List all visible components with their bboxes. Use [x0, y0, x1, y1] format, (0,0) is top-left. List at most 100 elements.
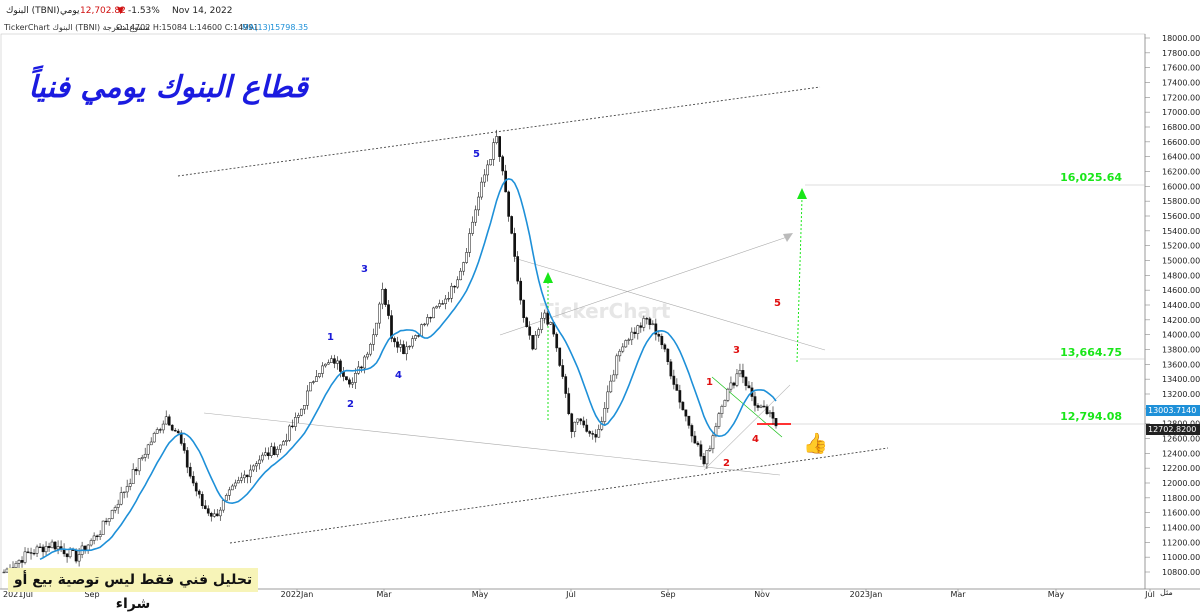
price-change: -1.53% — [128, 6, 160, 16]
y-tick-label: 17000.0000 — [1162, 108, 1200, 117]
ma-value: 15798.35 — [270, 23, 309, 32]
candle-body — [116, 503, 120, 508]
candle-body — [381, 289, 384, 305]
candle-body — [158, 429, 162, 431]
candle-body — [378, 303, 381, 324]
candle-body — [107, 518, 111, 522]
y-tick-label: 11800.0000 — [1162, 494, 1200, 503]
candle-body — [570, 413, 574, 432]
candle-body — [173, 429, 177, 432]
candle-body — [738, 370, 742, 375]
y-tick-label: 12000.0000 — [1162, 479, 1200, 488]
candle-body — [744, 376, 748, 386]
candle-body — [161, 423, 165, 431]
candle-body — [185, 450, 189, 468]
candle-body — [351, 382, 354, 385]
candle-body — [333, 358, 336, 364]
y-tick-label: 16200.0000 — [1162, 168, 1200, 177]
candle-body — [29, 552, 33, 554]
candle-body — [167, 416, 171, 426]
candle-body — [594, 434, 598, 438]
candle-body — [627, 339, 631, 341]
candle-body — [312, 381, 315, 383]
candle-body — [576, 418, 580, 423]
candle-body — [233, 482, 237, 487]
candle-body — [194, 482, 198, 492]
candle-body — [741, 370, 745, 378]
candle-body — [573, 421, 577, 432]
candle-body — [372, 334, 375, 345]
candle-body — [269, 446, 273, 457]
wave-label-secondary-1: 1 — [706, 377, 713, 388]
candle-body — [588, 431, 592, 434]
candle-body — [732, 382, 736, 386]
candle-body — [248, 469, 252, 478]
candle-body — [393, 338, 396, 343]
candle-body — [495, 136, 498, 143]
candle-body — [254, 463, 258, 467]
candle-body — [191, 475, 195, 484]
candle-body — [561, 365, 565, 377]
ohlc-label: O:14702 H:15084 L:14600 C:14991 — [116, 23, 259, 32]
symbol-label: البنوك (TBNI) — [6, 6, 60, 16]
candle-body — [765, 406, 769, 415]
candle-body — [522, 299, 526, 318]
candle-body — [68, 549, 72, 558]
candle-body — [149, 441, 153, 446]
candle-body — [546, 312, 550, 325]
candle-body — [513, 233, 517, 257]
candle-body — [285, 440, 288, 442]
candle-body — [669, 361, 673, 377]
y-tick-label: 11400.0000 — [1162, 524, 1200, 533]
ma-axis-tag: 13003.7140 — [1148, 406, 1196, 415]
candle-body — [447, 298, 450, 300]
wave-label-primary-3: 3 — [361, 264, 368, 275]
candle-body — [690, 425, 694, 437]
candle-body — [92, 535, 96, 541]
candle-body — [636, 325, 640, 334]
corner-label: مثل — [1160, 588, 1173, 597]
candle-body — [300, 408, 303, 416]
candle-body — [26, 551, 30, 553]
candle-body — [510, 216, 514, 234]
y-tick-label: 15000.0000 — [1162, 257, 1200, 266]
candle-body — [567, 393, 571, 415]
candle-body — [762, 405, 766, 408]
y-tick-label: 11600.0000 — [1162, 509, 1200, 518]
candle-body — [426, 317, 429, 325]
candle-body — [348, 379, 351, 385]
candle-body — [474, 209, 477, 223]
candle-body — [387, 304, 390, 316]
candle-body — [212, 513, 216, 517]
gray-target-arrow — [783, 233, 793, 242]
y-tick-label: 17200.0000 — [1162, 93, 1200, 102]
candle-body — [23, 551, 27, 563]
wave-label-secondary-2: 2 — [723, 458, 730, 469]
candle-body — [215, 513, 219, 517]
info-bar: TickerChart البنوك (TBNI) شموع متعرجة O:… — [0, 20, 1200, 34]
candle-body — [294, 417, 297, 427]
candle-body — [98, 534, 102, 537]
candle-body — [266, 452, 270, 457]
watermark: TickerChart — [540, 299, 671, 323]
candle-body — [483, 174, 486, 183]
candle-body — [408, 345, 411, 348]
candle-body — [657, 334, 661, 337]
y-tick-label: 15400.0000 — [1162, 227, 1200, 236]
target-price-label-12794: 12,794.08 — [1060, 410, 1122, 423]
candle-body — [251, 465, 255, 471]
candle-body — [507, 191, 511, 217]
candle-body — [429, 317, 432, 319]
candle-body — [134, 469, 138, 472]
candle-body — [279, 444, 282, 450]
candle-body — [681, 401, 685, 411]
y-tick-label: 14200.0000 — [1162, 316, 1200, 325]
candle-body — [471, 221, 474, 234]
triangle-lower-line — [203, 412, 781, 476]
candle-body — [137, 458, 141, 472]
candle-body — [330, 358, 333, 363]
y-tick-label: 16000.0000 — [1162, 182, 1200, 191]
candle-body — [209, 513, 213, 517]
candle-body — [498, 136, 501, 157]
candle-body — [618, 350, 622, 357]
